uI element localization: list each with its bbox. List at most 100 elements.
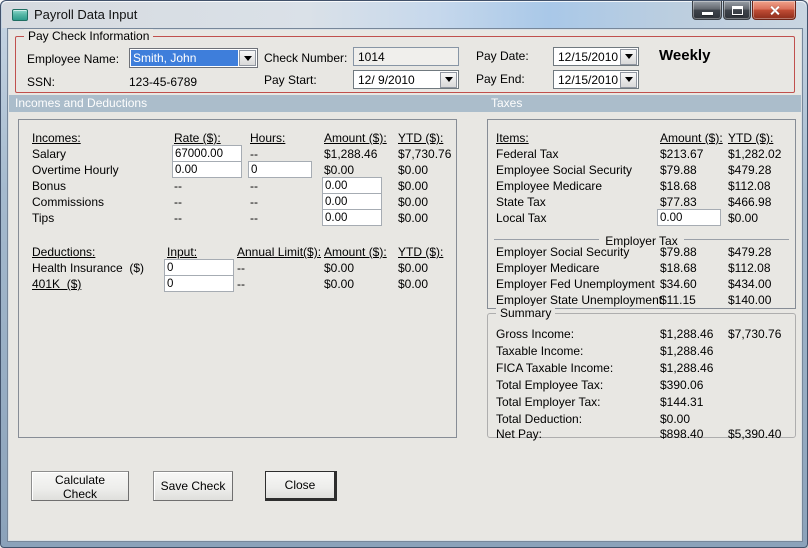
- amount-value: $1,288.46: [660, 344, 714, 358]
- column-header: YTD ($):: [398, 131, 444, 145]
- ytd-value: $0.00: [398, 163, 429, 177]
- pay-end-dropdown-arrow-icon[interactable]: [620, 71, 637, 88]
- amount-value: $898.40: [660, 427, 704, 441]
- row-label: Health Insurance ($): [32, 261, 145, 275]
- health-insurance-input[interactable]: [164, 259, 234, 276]
- deductions-header-row: Deductions: Input: Annual Limit($): Amou…: [19, 244, 456, 260]
- pay-date-datepicker[interactable]: 12/15/2010: [553, 47, 639, 66]
- ytd-value: $0.00: [398, 277, 429, 291]
- column-header: Annual Limit($):: [237, 245, 322, 259]
- amount-value: $1,288.46: [324, 147, 378, 161]
- hours-value: --: [250, 211, 258, 225]
- row-label: Gross Income:: [496, 327, 575, 341]
- tax-row-state: State Tax $77.83 $466.98: [488, 194, 795, 210]
- amount-value: $0.00: [660, 412, 691, 426]
- amount-value: $213.67: [660, 147, 704, 161]
- tax-row-employee-ss: Employee Social Security $79.88 $479.28: [488, 162, 795, 178]
- ytd-value: $0.00: [398, 179, 429, 193]
- rate-value: --: [174, 211, 182, 225]
- hours-value: --: [250, 179, 258, 193]
- row-label: Total Employer Tax:: [496, 395, 601, 409]
- column-header: YTD ($):: [398, 245, 444, 259]
- column-header: Hours:: [250, 131, 286, 145]
- row-label: Total Employee Tax:: [496, 378, 604, 392]
- employee-name-label: Employee Name:: [27, 52, 120, 66]
- amount-value: $79.88: [660, 245, 697, 259]
- row-label: FICA Taxable Income:: [496, 361, 614, 375]
- employee-name-combobox[interactable]: Smith, John: [129, 48, 258, 68]
- rate-value: --: [174, 195, 182, 209]
- tax-row-employer-medicare: Employer Medicare $18.68 $112.08: [488, 260, 795, 276]
- save-check-button[interactable]: Save Check: [153, 471, 233, 501]
- titlebar-close-button[interactable]: [752, 1, 796, 20]
- column-header: Deductions:: [32, 245, 96, 259]
- 401k-input[interactable]: [164, 275, 234, 292]
- row-label: Employee Social Security: [496, 163, 633, 177]
- tax-row-employer-fed-unemployment: Employer Fed Unemployment $34.60 $434.00: [488, 276, 795, 292]
- amount-value: $77.83: [660, 195, 697, 209]
- column-header: Rate ($):: [174, 131, 221, 145]
- overtime-hours-input[interactable]: [248, 161, 312, 178]
- row-label: State Tax: [496, 195, 546, 209]
- check-number-field[interactable]: [353, 47, 459, 66]
- check-number-label: Check Number:: [264, 51, 348, 65]
- pay-start-datepicker[interactable]: 12/ 9/2010: [353, 70, 459, 89]
- pay-date-value: 12/15/2010: [558, 49, 619, 64]
- summary-legend: Summary: [496, 306, 556, 320]
- employee-dropdown-arrow-icon[interactable]: [239, 50, 256, 66]
- hours-value: --: [250, 147, 258, 161]
- rate-value: --: [174, 179, 182, 193]
- titlebar-minimize-button[interactable]: [692, 1, 722, 20]
- pay-start-dropdown-arrow-icon[interactable]: [440, 71, 457, 88]
- amount-value: $1,288.46: [660, 361, 714, 375]
- amount-value: $18.68: [660, 261, 697, 275]
- ytd-value: $0.00: [398, 195, 429, 209]
- titlebar[interactable]: Payroll Data Input: [2, 1, 806, 28]
- salary-rate-input[interactable]: [172, 145, 242, 162]
- pay-end-value: 12/15/2010: [558, 72, 619, 87]
- amount-value: $18.68: [660, 179, 697, 193]
- amount-value: $390.06: [660, 378, 704, 392]
- deduction-row-401k: 401K ($) -- $0.00 $0.00: [19, 275, 456, 292]
- titlebar-maximize-button[interactable]: [723, 1, 751, 20]
- ytd-value: $7,730.76: [728, 327, 782, 341]
- ytd-value: $0.00: [398, 211, 429, 225]
- close-button[interactable]: Close: [265, 471, 337, 501]
- window-controls: [691, 1, 796, 20]
- tips-amount-input[interactable]: [322, 209, 382, 226]
- pay-end-datepicker[interactable]: 12/15/2010: [553, 70, 639, 89]
- row-label: Employer Medicare: [496, 261, 600, 275]
- commissions-amount-input[interactable]: [322, 193, 382, 210]
- row-label: Employee Medicare: [496, 179, 603, 193]
- summary-row-employer-tax: Total Employer Tax: $144.31: [488, 395, 795, 409]
- income-row-bonus: Bonus -- -- $0.00: [19, 177, 456, 194]
- employee-name-value: Smith, John: [131, 50, 238, 66]
- pay-date-dropdown-arrow-icon[interactable]: [620, 48, 637, 65]
- row-label: Tips: [32, 211, 55, 225]
- tax-row-local: Local Tax $0.00: [488, 209, 795, 226]
- row-label: Total Deduction:: [496, 412, 583, 426]
- ytd-value: $1,282.02: [728, 147, 782, 161]
- row-label: Net Pay:: [496, 427, 543, 441]
- tax-row-employee-medicare: Employee Medicare $18.68 $112.08: [488, 178, 795, 194]
- local-tax-input[interactable]: [657, 209, 721, 226]
- incomes-band-title: Incomes and Deductions: [15, 96, 148, 110]
- row-label: Federal Tax: [496, 147, 559, 161]
- limit-value: --: [237, 277, 245, 291]
- column-header: YTD ($):: [728, 131, 774, 145]
- ytd-value: $112.08: [728, 179, 771, 193]
- overtime-rate-input[interactable]: [172, 161, 242, 178]
- bonus-amount-input[interactable]: [322, 177, 382, 194]
- amount-value: $144.31: [660, 395, 704, 409]
- tax-row-employer-ss: Employer Social Security $79.88 $479.28: [488, 244, 795, 260]
- calculate-check-button[interactable]: Calculate Check: [31, 471, 129, 501]
- row-label: Taxable Income:: [496, 344, 584, 358]
- paycheck-info-legend: Pay Check Information: [24, 29, 154, 43]
- taxes-header-row: Items: Amount ($): YTD ($):: [488, 130, 795, 146]
- summary-row-net-pay: Net Pay: $898.40 $5,390.40: [488, 427, 795, 441]
- pay-start-value: 12/ 9/2010: [358, 72, 415, 87]
- taxes-band-title: Taxes: [491, 96, 523, 110]
- row-label: Overtime Hourly: [32, 163, 119, 177]
- ytd-value: $7,730.76: [398, 147, 452, 161]
- hours-value: --: [250, 195, 258, 209]
